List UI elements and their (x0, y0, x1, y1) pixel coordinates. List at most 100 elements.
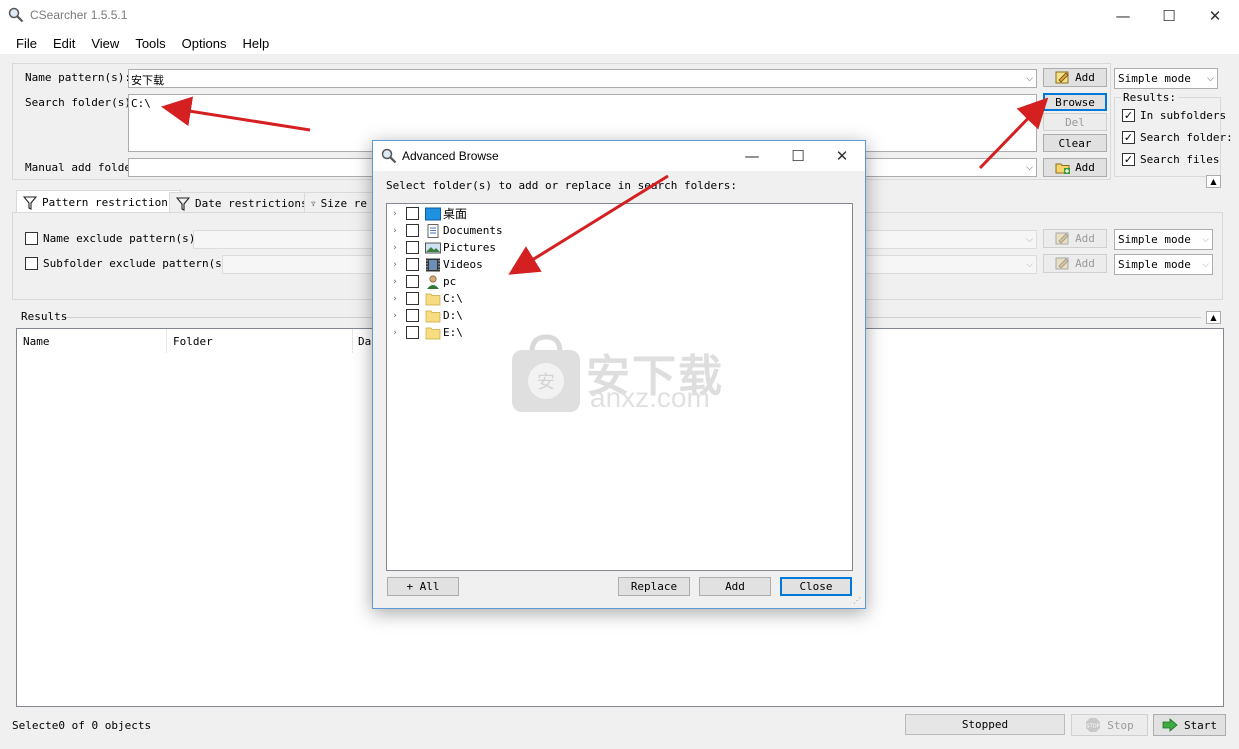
tab-label: Size re (320, 197, 367, 210)
chevron-down-icon[interactable]: ⌵ (1202, 260, 1209, 270)
edit-add-icon (1055, 257, 1069, 270)
chevron-down-icon[interactable]: ⌵ (1202, 235, 1209, 245)
tree-checkbox[interactable] (406, 309, 419, 322)
svg-text:STOP: STOP (1087, 724, 1100, 730)
results-title: Results (21, 310, 68, 323)
subfolder-exclude-mode-select[interactable]: Simple mode ⌵ (1114, 254, 1213, 275)
subfolder-exclude-checkbox[interactable] (25, 257, 38, 270)
tree-checkbox[interactable] (406, 224, 419, 237)
name-exclude-option[interactable]: Name exclude pattern(s): (25, 232, 202, 245)
search-folder-option[interactable]: Search folder: (1122, 131, 1233, 144)
name-exclude-checkbox[interactable] (25, 232, 38, 245)
column-header-folder[interactable]: Folder (167, 329, 353, 353)
chevron-right-icon[interactable]: › (387, 226, 403, 236)
tree-item-documents[interactable]: › Documents (387, 222, 503, 239)
start-button[interactable]: Start (1153, 714, 1226, 736)
column-header-name[interactable]: Name (17, 329, 167, 353)
tree-checkbox[interactable] (406, 258, 419, 271)
tree-item-label: Videos (443, 258, 483, 271)
menu-tools[interactable]: Tools (127, 32, 173, 54)
tree-checkbox[interactable] (406, 292, 419, 305)
dialog-close-button[interactable]: Close (780, 577, 852, 596)
menu-help[interactable]: Help (234, 32, 277, 54)
name-pattern-combo[interactable]: 安下载 ⌵ (128, 69, 1037, 88)
chevron-right-icon[interactable]: › (387, 294, 403, 304)
title-bar: CSearcher 1.5.5.1 — ☐ ✕ (0, 0, 1239, 32)
add-label: Add (1075, 232, 1095, 245)
tree-item-drive-d[interactable]: › D:\ (387, 307, 463, 324)
pictures-icon (425, 242, 441, 253)
svg-text:安: 安 (537, 372, 555, 393)
dialog-add-button[interactable]: Add (699, 577, 771, 596)
collapse-search-button[interactable]: ▲ (1206, 175, 1221, 188)
replace-button[interactable]: Replace (618, 577, 690, 596)
tree-checkbox[interactable] (406, 241, 419, 254)
menu-edit[interactable]: Edit (45, 32, 83, 54)
tree-item-pc[interactable]: › pc (387, 273, 456, 290)
add-subfolder-exclude-button[interactable]: Add (1043, 254, 1107, 273)
add-folder-button[interactable]: Add (1043, 158, 1107, 177)
search-files-checkbox[interactable] (1122, 153, 1135, 166)
name-exclude-mode-select[interactable]: Simple mode ⌵ (1114, 229, 1213, 250)
chevron-down-icon[interactable]: ⌵ (1026, 235, 1033, 245)
in-subfolders-checkbox[interactable] (1122, 109, 1135, 122)
tab-date-restrictions[interactable]: Date restrictions (169, 192, 315, 214)
folder-icon (425, 310, 441, 322)
clear-button[interactable]: Clear (1043, 134, 1107, 152)
chevron-down-icon[interactable]: ⌵ (1207, 74, 1214, 84)
del-button[interactable]: Del (1043, 113, 1107, 131)
tree-item-videos[interactable]: › Videos (387, 256, 483, 273)
tab-label: Pattern restrictions (42, 196, 175, 209)
chevron-right-icon[interactable]: › (387, 328, 403, 338)
tree-checkbox[interactable] (406, 326, 419, 339)
add-pattern-button[interactable]: Add (1043, 68, 1107, 87)
funnel-icon (176, 196, 190, 211)
in-subfolders-label: In subfolders (1140, 109, 1227, 122)
tree-item-drive-c[interactable]: › C:\ (387, 290, 463, 307)
chevron-right-icon[interactable]: › (387, 209, 403, 219)
tree-item-drive-e[interactable]: › E:\ (387, 324, 463, 341)
browse-button[interactable]: Browse (1043, 93, 1107, 111)
documents-icon (427, 223, 439, 238)
chevron-right-icon[interactable]: › (387, 260, 403, 270)
collapse-results-button[interactable]: ▲ (1206, 311, 1221, 324)
progress-status-label: Stopped (961, 718, 1009, 731)
tab-pattern-restrictions[interactable]: Pattern restrictions (16, 190, 182, 214)
add-label: Add (1075, 161, 1095, 174)
subfolder-exclude-option[interactable]: Subfolder exclude pattern(s): (25, 257, 235, 270)
menu-view[interactable]: View (83, 32, 127, 54)
tree-item-pictures[interactable]: › Pictures (387, 239, 496, 256)
add-name-exclude-button[interactable]: Add (1043, 229, 1107, 248)
chevron-down-icon[interactable]: ⌵ (1026, 163, 1033, 173)
tree-item-label: Pictures (443, 241, 496, 254)
dialog-maximize-button[interactable]: ☐ (775, 141, 821, 171)
search-folder-checkbox[interactable] (1122, 131, 1135, 144)
mode-select[interactable]: Simple mode ⌵ (1114, 68, 1218, 89)
mode-value: Simple mode (1118, 233, 1191, 246)
minimize-button[interactable]: — (1100, 0, 1146, 32)
close-window-button[interactable]: ✕ (1192, 0, 1238, 32)
chevron-right-icon[interactable]: › (387, 277, 403, 287)
tab-size-restrictions[interactable]: Size re (304, 192, 374, 214)
chevron-down-icon[interactable]: ⌵ (1026, 74, 1033, 84)
maximize-button[interactable]: ☐ (1146, 0, 1192, 32)
chevron-down-icon[interactable]: ⌵ (1026, 260, 1033, 270)
dialog-close-x-button[interactable]: ✕ (819, 141, 865, 171)
menu-options[interactable]: Options (174, 32, 235, 54)
add-label: Add (1075, 257, 1095, 270)
in-subfolders-option[interactable]: In subfolders (1122, 109, 1226, 122)
menu-file[interactable]: File (8, 32, 45, 54)
select-all-button[interactable]: + All (387, 577, 459, 596)
tree-checkbox[interactable] (406, 275, 419, 288)
chevron-right-icon[interactable]: › (387, 311, 403, 321)
triangle-up-icon: ▲ (1210, 313, 1217, 322)
chevron-right-icon[interactable]: › (387, 243, 403, 253)
tree-item-desktop[interactable]: › 桌面 (387, 205, 467, 222)
mode-value: Simple mode (1118, 258, 1191, 271)
search-files-option[interactable]: Search files (1122, 153, 1219, 166)
stop-button[interactable]: STOP Stop (1071, 714, 1148, 736)
dialog-minimize-button[interactable]: — (729, 141, 775, 171)
tree-checkbox[interactable] (406, 207, 419, 220)
dialog-instruction: Select folder(s) to add or replace in se… (386, 179, 737, 192)
resize-grip-icon[interactable]: ⋰ (853, 596, 863, 606)
